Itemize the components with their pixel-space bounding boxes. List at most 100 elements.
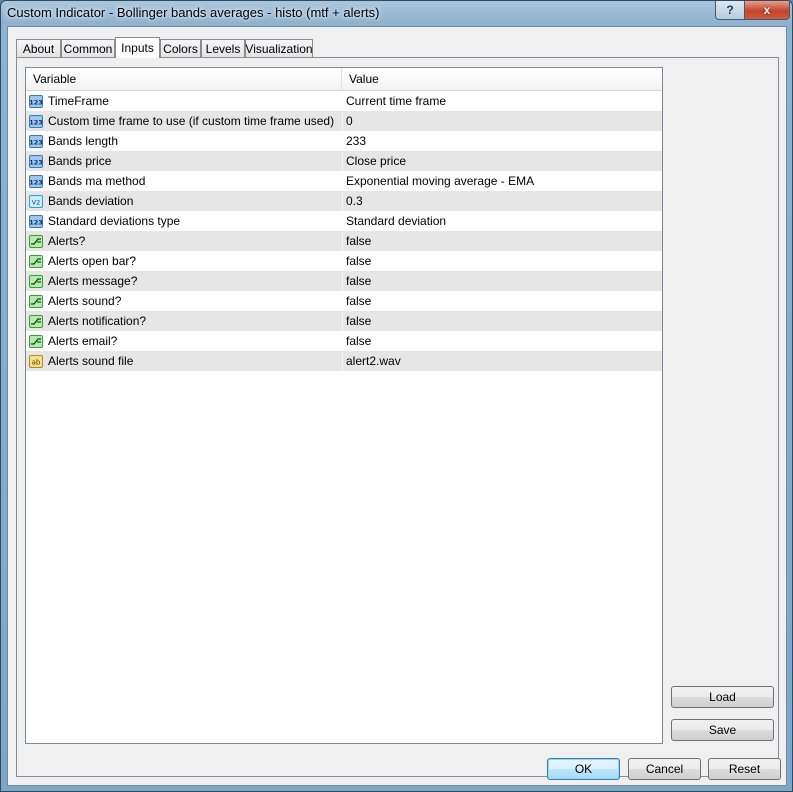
row-variable-name: Bands deviation bbox=[48, 194, 134, 208]
ok-button[interactable]: OK bbox=[547, 758, 620, 780]
integer-icon: 123 bbox=[29, 94, 43, 108]
table-row[interactable]: 123 Standard deviations type Standard devi… bbox=[26, 211, 662, 231]
cell-divider bbox=[342, 111, 343, 131]
svg-text:ab: ab bbox=[32, 359, 41, 367]
cell-divider bbox=[342, 251, 343, 271]
row-value[interactable]: false bbox=[346, 311, 371, 331]
cell-divider bbox=[342, 231, 343, 251]
tab-visualization[interactable]: Visualization bbox=[245, 39, 313, 57]
title-bar[interactable]: Custom Indicator - Bollinger bands avera… bbox=[1, 1, 792, 25]
bool-icon bbox=[29, 274, 43, 288]
tab-about[interactable]: About bbox=[16, 39, 61, 57]
column-header-variable[interactable]: Variable bbox=[26, 68, 342, 90]
svg-text:123: 123 bbox=[29, 159, 43, 167]
row-value[interactable]: Close price bbox=[346, 151, 406, 171]
bool-icon bbox=[29, 314, 43, 328]
row-variable-name: Standard deviations type bbox=[48, 214, 181, 228]
table-row[interactable]: Alerts notification? false bbox=[26, 311, 662, 331]
cell-divider bbox=[342, 131, 343, 151]
table-row[interactable]: Alerts email? false bbox=[26, 331, 662, 351]
row-value[interactable]: Standard deviation bbox=[346, 211, 446, 231]
table-row[interactable]: Alerts message? false bbox=[26, 271, 662, 291]
row-variable-name: Alerts? bbox=[48, 234, 86, 248]
svg-text:123: 123 bbox=[29, 139, 43, 147]
svg-text:123: 123 bbox=[29, 99, 43, 107]
row-variable-name: TimeFrame bbox=[48, 94, 109, 108]
help-button[interactable]: ? bbox=[715, 1, 745, 20]
row-value[interactable]: false bbox=[346, 271, 371, 291]
row-variable-name: Alerts sound? bbox=[48, 294, 122, 308]
table-row[interactable]: ab Alerts sound file alert2.wav bbox=[26, 351, 662, 371]
row-variable-name: Bands ma method bbox=[48, 174, 146, 188]
row-value[interactable]: false bbox=[346, 251, 371, 271]
table-row[interactable]: V2 Bands deviation 0.3 bbox=[26, 191, 662, 211]
table-row[interactable]: 123 Bands price Close price bbox=[26, 151, 662, 171]
row-value[interactable]: false bbox=[346, 291, 371, 311]
row-value[interactable]: 0 bbox=[346, 111, 353, 131]
dialog-client: About Common Inputs Colors Levels Visual… bbox=[7, 26, 787, 786]
integer-icon: 123 bbox=[29, 174, 43, 188]
row-value[interactable]: false bbox=[346, 231, 371, 251]
double-icon: V2 bbox=[29, 194, 43, 208]
cell-divider bbox=[342, 351, 343, 371]
cell-divider bbox=[342, 91, 343, 111]
table-row[interactable]: Alerts sound? false bbox=[26, 291, 662, 311]
svg-text:123: 123 bbox=[29, 219, 43, 227]
bool-icon bbox=[29, 234, 43, 248]
cancel-button[interactable]: Cancel bbox=[628, 758, 701, 780]
reset-button[interactable]: Reset bbox=[708, 758, 781, 780]
string-icon: ab bbox=[29, 354, 43, 368]
cell-divider bbox=[342, 291, 343, 311]
table-row[interactable]: 123 Bands length 233 bbox=[26, 131, 662, 151]
integer-icon: 123 bbox=[29, 154, 43, 168]
integer-icon: 123 bbox=[29, 114, 43, 128]
bool-icon bbox=[29, 334, 43, 348]
bool-icon bbox=[29, 294, 43, 308]
cell-divider bbox=[342, 191, 343, 211]
close-button[interactable]: x bbox=[744, 1, 790, 20]
inputs-panel: Variable Value 123 TimeFrame Current time … bbox=[16, 57, 779, 777]
row-variable-name: Bands length bbox=[48, 134, 119, 148]
column-header-value[interactable]: Value bbox=[342, 68, 379, 90]
cell-divider bbox=[342, 211, 343, 231]
inputs-grid: Variable Value 123 TimeFrame Current time … bbox=[25, 67, 663, 744]
row-value[interactable]: Exponential moving average - EMA bbox=[346, 171, 534, 191]
tab-colors[interactable]: Colors bbox=[160, 39, 201, 57]
table-row[interactable]: 123 Custom time frame to use (if custom t… bbox=[26, 111, 662, 131]
row-variable-name: Alerts open bar? bbox=[48, 254, 137, 268]
window-title: Custom Indicator - Bollinger bands avera… bbox=[7, 5, 380, 20]
save-button[interactable]: Save bbox=[671, 719, 774, 741]
svg-text:123: 123 bbox=[29, 119, 43, 127]
grid-rows: 123 TimeFrame Current time frame 123 Custom … bbox=[26, 91, 662, 371]
table-row[interactable]: Alerts open bar? false bbox=[26, 251, 662, 271]
row-value[interactable]: Current time frame bbox=[346, 91, 446, 111]
table-row[interactable]: 123 TimeFrame Current time frame bbox=[26, 91, 662, 111]
grid-header: Variable Value bbox=[26, 68, 662, 91]
row-variable-name: Bands price bbox=[48, 154, 112, 168]
cell-divider bbox=[342, 311, 343, 331]
row-value[interactable]: 0.3 bbox=[346, 191, 363, 211]
row-variable-name: Alerts message? bbox=[48, 274, 138, 288]
tab-common[interactable]: Common bbox=[61, 39, 115, 57]
row-variable-name: Custom time frame to use (if custom time… bbox=[48, 114, 335, 128]
table-row[interactable]: 123 Bands ma method Exponential moving ave… bbox=[26, 171, 662, 191]
load-button[interactable]: Load bbox=[671, 686, 774, 708]
row-variable-name: Alerts notification? bbox=[48, 314, 147, 328]
svg-text:123: 123 bbox=[29, 179, 43, 187]
tab-inputs[interactable]: Inputs bbox=[115, 37, 160, 58]
row-variable-name: Alerts email? bbox=[48, 334, 118, 348]
row-value[interactable]: 233 bbox=[346, 131, 366, 151]
tab-levels[interactable]: Levels bbox=[201, 39, 245, 57]
table-row[interactable]: Alerts? false bbox=[26, 231, 662, 251]
row-value[interactable]: false bbox=[346, 331, 371, 351]
cell-divider bbox=[342, 171, 343, 191]
row-value[interactable]: alert2.wav bbox=[346, 351, 401, 371]
cell-divider bbox=[342, 151, 343, 171]
bool-icon bbox=[29, 254, 43, 268]
cell-divider bbox=[342, 271, 343, 291]
integer-icon: 123 bbox=[29, 134, 43, 148]
dialog-window: Custom Indicator - Bollinger bands avera… bbox=[0, 0, 793, 792]
svg-text:V2: V2 bbox=[32, 199, 41, 207]
row-variable-name: Alerts sound file bbox=[48, 354, 134, 368]
integer-icon: 123 bbox=[29, 214, 43, 228]
